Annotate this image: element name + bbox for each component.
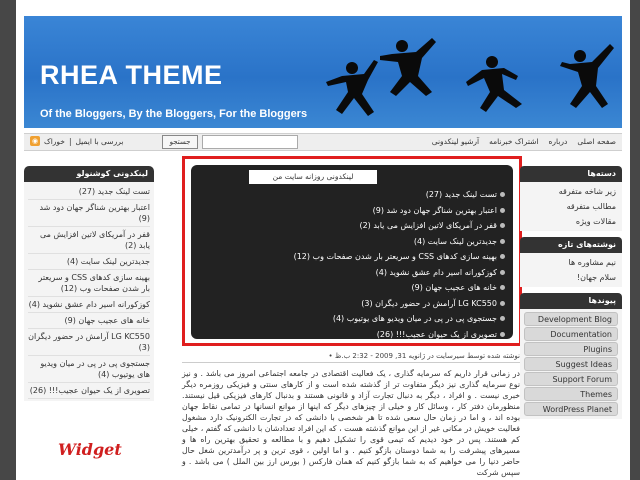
highlight-frame: لینکدونی روزانه سایت من تست لینک جدید (2… bbox=[182, 156, 522, 346]
post-meta: نوشته شده توسط سیرسایت در ژانویه 31, 200… bbox=[328, 352, 520, 360]
left-sidebar-list: تست لینک جدید (27) اعتبار بهترین شناگر ج… bbox=[24, 182, 154, 401]
blogroll-link[interactable]: Development Blog bbox=[524, 312, 618, 326]
bullet-icon bbox=[500, 238, 505, 244]
separator: | bbox=[68, 136, 72, 146]
left-sidebar: لینکدونی کوشنولو تست لینک جدید (27) اعتب… bbox=[24, 166, 154, 436]
email-link[interactable]: بررسی با ایمیل bbox=[75, 137, 123, 146]
list-item-label: تست لینک جدید (27) bbox=[425, 190, 497, 199]
list-item-label: بهینه سازی کدهای CSS و سریعتر بار شدن صف… bbox=[293, 252, 497, 261]
blogroll-link[interactable]: WordPress Planet bbox=[524, 402, 618, 416]
blogroll-link[interactable]: Suggest Ideas bbox=[524, 357, 618, 371]
list-item-label: جستجوی پی در پی در میان ویدیو های یوتیوب… bbox=[332, 314, 497, 323]
bullet-icon bbox=[500, 300, 505, 306]
categories-widget: دسته‌ها زیر شاخه متفرقه مطالب متفرقه مقا… bbox=[520, 166, 622, 231]
bullet-icon bbox=[500, 285, 505, 290]
category-item[interactable]: زیر شاخه متفرقه bbox=[524, 184, 618, 199]
list-item-label: LG KC550 آرامش در حضور دیگران (3) bbox=[361, 298, 497, 308]
search-form: جستجو bbox=[162, 135, 298, 149]
list-item[interactable]: خانه های عجیب جهان (9) bbox=[199, 280, 505, 296]
menu-item-home[interactable]: صفحه اصلی bbox=[577, 137, 616, 146]
list-item[interactable]: LG KC550 آرامش در حضور دیگران (3) bbox=[199, 296, 505, 312]
links-title: پیوندها bbox=[520, 293, 622, 309]
bullet-icon bbox=[500, 192, 505, 197]
page: RHEA THEME Of the Bloggers, By the Blogg… bbox=[16, 0, 630, 480]
list-item-label: خانه های عجیب جهان (9) bbox=[411, 283, 497, 292]
list-item-label: کوزکورانه اسیر دام عشق نشوید (4) bbox=[375, 267, 497, 277]
menu-item-about[interactable]: درباره bbox=[549, 137, 568, 146]
daily-links-panel: لینکدونی روزانه سایت من تست لینک جدید (2… bbox=[191, 165, 513, 339]
list-item[interactable]: اعتبار بهترین شناگر جهان دود شد (9) bbox=[199, 203, 505, 219]
blogroll-link[interactable]: Plugins bbox=[524, 342, 618, 356]
panel-tab[interactable]: لینکدونی روزانه سایت من bbox=[249, 170, 377, 184]
list-item[interactable]: کوزکورانه اسیر دام عشق نشوید (4) bbox=[28, 297, 150, 313]
links-list: Development Blog Documentation Plugins S… bbox=[520, 309, 622, 419]
list-item-label: اعتبار بهترین شناگر جهان دود شد (9) bbox=[372, 205, 497, 215]
list-item[interactable]: جدیدترین لینک سایت (4) bbox=[28, 254, 150, 270]
list-item[interactable]: تست لینک جدید (27) bbox=[28, 184, 150, 200]
bullet-icon bbox=[500, 331, 505, 337]
list-item[interactable]: جستجوی پی در پی در میان ویدیو های یوتیوب… bbox=[199, 311, 505, 327]
subscribe-links: ◉ خوراک | بررسی با ایمیل bbox=[30, 136, 123, 146]
blogroll-link[interactable]: Support Forum bbox=[524, 372, 618, 386]
list-item[interactable]: تصویری از یک حیوان عجیب!!! (26) bbox=[199, 327, 505, 343]
site-title[interactable]: RHEA THEME bbox=[40, 60, 223, 91]
list-item[interactable]: جستجوی پی در پی در میان ویدیو های یوتیوب… bbox=[28, 356, 150, 383]
rss-icon[interactable]: ◉ bbox=[30, 136, 40, 146]
recent-posts-title: نوشته‌های تازه bbox=[520, 237, 622, 253]
blogroll-link[interactable]: Documentation bbox=[524, 327, 618, 341]
list-item[interactable]: قفر در آمریکای لاتین افزایش می یابد (2) bbox=[28, 227, 150, 254]
right-sidebar: دسته‌ها زیر شاخه متفرقه مطالب متفرقه مقا… bbox=[520, 166, 622, 425]
list-item[interactable]: خانه های عجیب جهان (9) bbox=[28, 313, 150, 329]
main-menu: صفحه اصلی درباره اشتراک خبرنامه آرشیو لی… bbox=[432, 137, 616, 146]
search-input[interactable] bbox=[202, 135, 298, 149]
daily-links-list: تست لینک جدید (27) اعتبار بهترین شناگر ج… bbox=[199, 187, 505, 342]
category-item[interactable]: مقالات ویژه bbox=[524, 214, 618, 229]
list-item[interactable]: تصویری از یک حیوان عجیب!!! (26) bbox=[28, 383, 150, 399]
categories-list: زیر شاخه متفرقه مطالب متفرقه مقالات ویژه bbox=[520, 182, 622, 231]
search-button[interactable]: جستجو bbox=[162, 135, 198, 149]
list-item-label: تصویری از یک حیوان عجیب!!! (26) bbox=[376, 329, 497, 339]
list-item[interactable]: بهینه سازی کدهای CSS و سریعتر بار شدن صف… bbox=[199, 249, 505, 265]
list-item-label: قفر در آمریکای لاتین افزایش می یابد (2) bbox=[359, 221, 497, 230]
menu-item-archive[interactable]: آرشیو لینکدونی bbox=[432, 137, 479, 146]
links-widget: پیوندها Development Blog Documentation P… bbox=[520, 293, 622, 419]
category-item[interactable]: مطالب متفرقه bbox=[524, 199, 618, 214]
bullet-icon bbox=[500, 269, 505, 275]
bullet-icon bbox=[500, 223, 505, 228]
menu-item-newsletter[interactable]: اشتراک خبرنامه bbox=[489, 137, 538, 146]
divider bbox=[182, 362, 520, 363]
list-item[interactable]: اعتبار بهترین شناگر جهان دود شد (9) bbox=[28, 200, 150, 227]
navbar: ◉ خوراک | بررسی با ایمیل جستجو صفحه اصلی… bbox=[24, 133, 622, 151]
bullet-icon bbox=[500, 316, 505, 321]
list-item[interactable]: تست لینک جدید (27) bbox=[199, 187, 505, 203]
list-item-label: جدیدترین لینک سایت (4) bbox=[413, 236, 497, 246]
recent-post-item[interactable]: نیم مشاوره ها bbox=[524, 255, 618, 270]
recent-posts-list: نیم مشاوره ها سلام جهان! bbox=[520, 253, 622, 287]
categories-title: دسته‌ها bbox=[520, 166, 622, 182]
bullet-icon bbox=[500, 207, 505, 213]
list-item[interactable]: LG KC550 آرامش در حضور دیگران (3) bbox=[28, 329, 150, 356]
widget-label: Widget bbox=[58, 440, 122, 459]
left-sidebar-title: لینکدونی کوشنولو bbox=[24, 166, 154, 182]
list-item[interactable]: کوزکورانه اسیر دام عشق نشوید (4) bbox=[199, 265, 505, 281]
blogroll-link[interactable]: Themes bbox=[524, 387, 618, 401]
bullet-icon bbox=[500, 254, 505, 259]
feed-link[interactable]: خوراک bbox=[44, 137, 65, 146]
list-item[interactable]: قفر در آمریکای لاتین افزایش می یابد (2) bbox=[199, 218, 505, 234]
site-header: RHEA THEME Of the Bloggers, By the Blogg… bbox=[24, 16, 622, 128]
main-content: لینکدونی روزانه سایت من تست لینک جدید (2… bbox=[168, 156, 522, 480]
recent-posts-widget: نوشته‌های تازه نیم مشاوره ها سلام جهان! bbox=[520, 237, 622, 287]
list-item[interactable]: بهینه سازی کدهای CSS و سریعتر بار شدن صف… bbox=[28, 270, 150, 297]
recent-post-item[interactable]: سلام جهان! bbox=[524, 270, 618, 285]
list-item[interactable]: جدیدترین لینک سایت (4) bbox=[199, 234, 505, 250]
site-tagline: Of the Bloggers, By the Bloggers, For th… bbox=[40, 108, 308, 120]
post-body: در زمانی قرار داریم که سرمایه گذاری ، یک… bbox=[182, 369, 520, 477]
